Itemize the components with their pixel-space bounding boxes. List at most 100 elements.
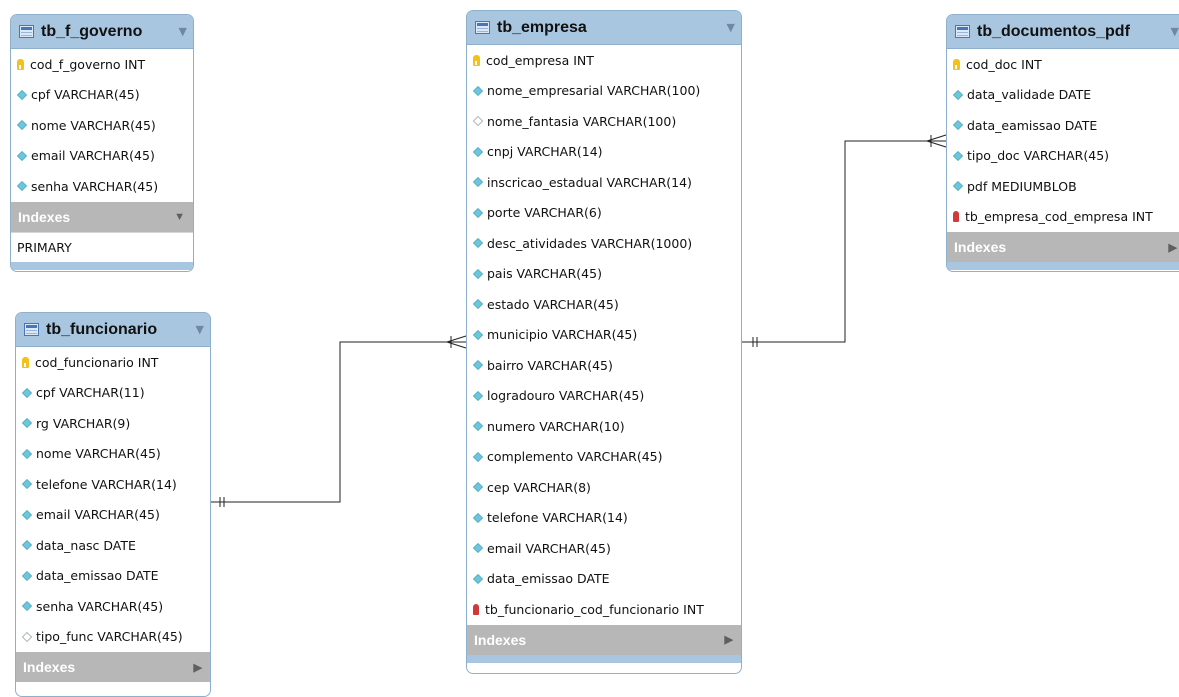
column-row[interactable]: municipio VARCHAR(45)	[467, 320, 741, 351]
column-row[interactable]: cpf VARCHAR(45)	[11, 80, 193, 111]
indexes-section-header[interactable]: Indexes ▼	[11, 201, 193, 232]
column-row[interactable]: cod_funcionario INT	[16, 347, 210, 378]
table-footer	[947, 262, 1179, 270]
column-row[interactable]: estado VARCHAR(45)	[467, 289, 741, 320]
column-row[interactable]: cod_doc INT	[947, 49, 1179, 80]
column-label: cod_doc INT	[966, 56, 1042, 72]
column-row[interactable]: cep VARCHAR(8)	[467, 472, 741, 503]
expand-arrow-icon[interactable]: ▶	[1169, 241, 1177, 254]
column-row[interactable]: rg VARCHAR(9)	[16, 408, 210, 439]
table-header[interactable]: tb_empresa ▼	[467, 11, 741, 45]
column-row[interactable]: tipo_doc VARCHAR(45)	[947, 141, 1179, 172]
relation-funcionario-empresa	[210, 341, 466, 503]
column-row[interactable]: cpf VARCHAR(11)	[16, 378, 210, 409]
table-icon	[955, 25, 970, 38]
column-row[interactable]: tb_empresa_cod_empresa INT	[947, 202, 1179, 233]
column-label: data_emissao DATE	[487, 571, 610, 587]
diamond-filled-icon	[953, 150, 963, 161]
column-label: email VARCHAR(45)	[487, 540, 611, 556]
column-row[interactable]: cnpj VARCHAR(14)	[467, 137, 741, 168]
diamond-filled-icon	[473, 543, 483, 554]
primary-key-icon	[953, 58, 960, 70]
column-row[interactable]: nome VARCHAR(45)	[11, 110, 193, 141]
many-marker	[926, 134, 947, 142]
diamond-filled-icon	[473, 390, 483, 401]
column-row[interactable]: tb_funcionario_cod_funcionario INT	[467, 594, 741, 625]
column-row[interactable]: inscricao_estadual VARCHAR(14)	[467, 167, 741, 198]
collapse-caret-icon[interactable]: ▼	[727, 21, 735, 34]
column-row[interactable]: telefone VARCHAR(14)	[16, 469, 210, 500]
column-row[interactable]: email VARCHAR(45)	[467, 533, 741, 564]
column-row[interactable]: senha VARCHAR(45)	[16, 591, 210, 622]
column-row[interactable]: data_eamissao DATE	[947, 110, 1179, 141]
column-label: cod_empresa INT	[486, 52, 594, 68]
column-row[interactable]: data_emissao DATE	[16, 561, 210, 592]
indexes-section-header[interactable]: Indexes ▶	[467, 624, 741, 655]
column-row[interactable]: tipo_func VARCHAR(45)	[16, 622, 210, 653]
diamond-filled-icon	[473, 207, 483, 218]
primary-key-icon	[22, 356, 29, 368]
table-icon	[24, 323, 39, 336]
column-row[interactable]: telefone VARCHAR(14)	[467, 503, 741, 534]
column-row[interactable]: logradouro VARCHAR(45)	[467, 381, 741, 412]
column-row[interactable]: nome_fantasia VARCHAR(100)	[467, 106, 741, 137]
indexes-label: Indexes	[954, 239, 1007, 255]
column-row[interactable]: numero VARCHAR(10)	[467, 411, 741, 442]
indexes-section-header[interactable]: Indexes ▶	[16, 652, 210, 682]
table-header[interactable]: tb_documentos_pdf ▼	[947, 15, 1179, 49]
diamond-filled-icon	[953, 89, 963, 100]
many-marker	[926, 140, 947, 148]
table-tb-f-governo[interactable]: tb_f_governo ▼ cod_f_governo INT cpf VARC…	[10, 14, 194, 272]
diamond-filled-icon	[473, 421, 483, 432]
column-row[interactable]: cod_empresa INT	[467, 45, 741, 76]
table-footer	[11, 261, 193, 270]
index-row: PRIMARY	[11, 231, 193, 262]
collapse-caret-icon[interactable]: ▼	[174, 211, 185, 223]
column-list: cod_funcionario INT cpf VARCHAR(11) rg VAR…	[16, 347, 210, 652]
diamond-filled-icon	[473, 268, 483, 279]
column-row[interactable]: complemento VARCHAR(45)	[467, 442, 741, 473]
table-header[interactable]: tb_funcionario ▼	[16, 313, 210, 347]
column-label: tb_funcionario_cod_funcionario INT	[485, 601, 704, 617]
diamond-filled-icon	[22, 448, 32, 459]
column-row[interactable]: cod_f_governo INT	[11, 49, 193, 80]
column-row[interactable]: email VARCHAR(45)	[16, 500, 210, 531]
collapse-caret-icon[interactable]: ▼	[196, 323, 204, 336]
table-tb-documentos-pdf[interactable]: tb_documentos_pdf ▼ cod_doc INT data_vali…	[946, 14, 1179, 272]
diamond-empty-icon	[22, 631, 32, 642]
column-row[interactable]: nome VARCHAR(45)	[16, 439, 210, 470]
table-icon	[19, 25, 34, 38]
column-label: cod_f_governo INT	[30, 56, 146, 72]
expand-arrow-icon[interactable]: ▶	[194, 661, 202, 674]
column-label: bairro VARCHAR(45)	[487, 357, 613, 373]
column-label: data_validade DATE	[967, 87, 1092, 103]
column-row[interactable]: data_validade DATE	[947, 80, 1179, 111]
expand-arrow-icon[interactable]: ▶	[725, 633, 733, 646]
column-label: porte VARCHAR(6)	[487, 205, 602, 221]
column-row[interactable]: senha VARCHAR(45)	[11, 171, 193, 202]
column-row[interactable]: desc_atividades VARCHAR(1000)	[467, 228, 741, 259]
column-list: cod_empresa INT nome_empresarial VARCHAR(…	[467, 45, 741, 625]
collapse-caret-icon[interactable]: ▼	[1171, 25, 1179, 38]
indexes-section-header[interactable]: Indexes ▶	[947, 232, 1179, 262]
diamond-filled-icon	[22, 570, 32, 581]
table-tb-funcionario[interactable]: tb_funcionario ▼ cod_funcionario INT cpf …	[15, 312, 211, 697]
table-header[interactable]: tb_f_governo ▼	[11, 15, 193, 49]
column-row[interactable]: nome_empresarial VARCHAR(100)	[467, 76, 741, 107]
diamond-filled-icon	[473, 360, 483, 371]
table-tb-empresa[interactable]: tb_empresa ▼ cod_empresa INT nome_empresa…	[466, 10, 742, 674]
column-label: cpf VARCHAR(11)	[36, 385, 145, 401]
column-row[interactable]: pdf MEDIUMBLOB	[947, 171, 1179, 202]
column-label: data_nasc DATE	[36, 537, 136, 553]
diamond-filled-icon	[473, 299, 483, 310]
column-row[interactable]: pais VARCHAR(45)	[467, 259, 741, 290]
column-row[interactable]: data_emissao DATE	[467, 564, 741, 595]
column-row[interactable]: data_nasc DATE	[16, 530, 210, 561]
collapse-caret-icon[interactable]: ▼	[179, 25, 187, 38]
column-row[interactable]: email VARCHAR(45)	[11, 141, 193, 172]
column-row[interactable]: bairro VARCHAR(45)	[467, 350, 741, 381]
column-label: email VARCHAR(45)	[31, 148, 155, 164]
column-label: municipio VARCHAR(45)	[487, 327, 638, 343]
diamond-filled-icon	[473, 482, 483, 493]
column-row[interactable]: porte VARCHAR(6)	[467, 198, 741, 229]
